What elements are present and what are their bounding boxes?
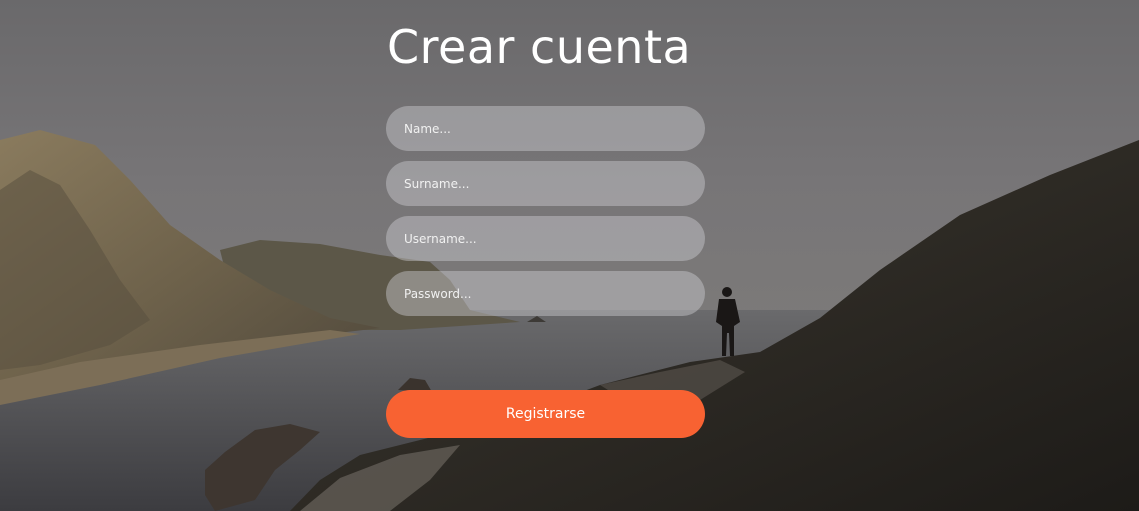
name-field[interactable] <box>386 106 705 151</box>
surname-field[interactable] <box>386 161 705 206</box>
username-field[interactable] <box>386 216 705 261</box>
password-field[interactable] <box>386 271 705 316</box>
page-title: Crear cuenta <box>387 20 692 74</box>
register-button[interactable]: Registrarse <box>386 390 705 438</box>
signup-page: Crear cuenta Registrarse <box>0 0 1139 511</box>
